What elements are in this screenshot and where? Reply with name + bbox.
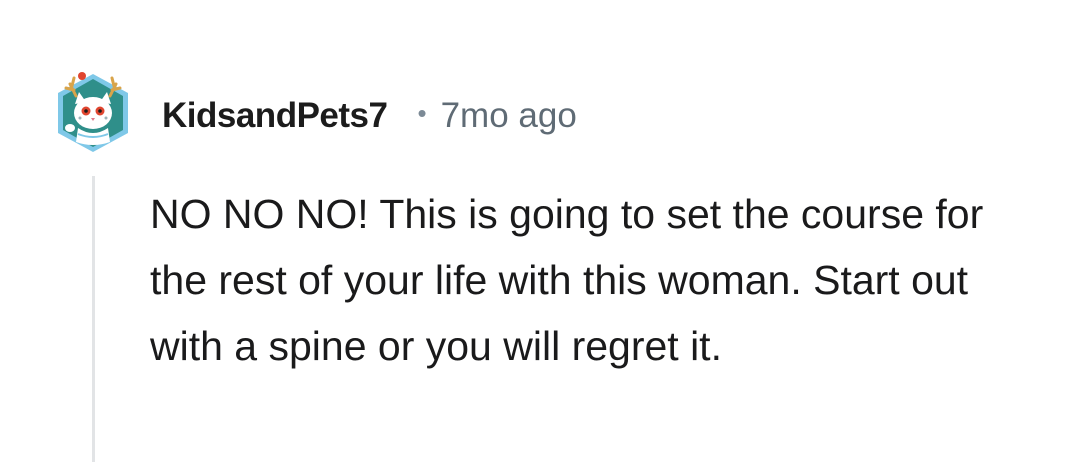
- comment-timestamp: 7mo ago: [440, 96, 577, 135]
- snow-leopard-avatar-icon: [58, 72, 128, 152]
- comment-header: KidsandPets7 • 7mo ago: [162, 94, 577, 138]
- author-username[interactable]: KidsandPets7: [162, 96, 388, 136]
- separator-dot: •: [417, 97, 427, 128]
- user-avatar[interactable]: [52, 66, 134, 154]
- thread-collapse-line[interactable]: [92, 176, 95, 462]
- comment-body: NO NO NO! This is going to set the cours…: [150, 191, 984, 369]
- comment: KidsandPets7 • 7mo ago NO NO NO! This is…: [0, 0, 1080, 462]
